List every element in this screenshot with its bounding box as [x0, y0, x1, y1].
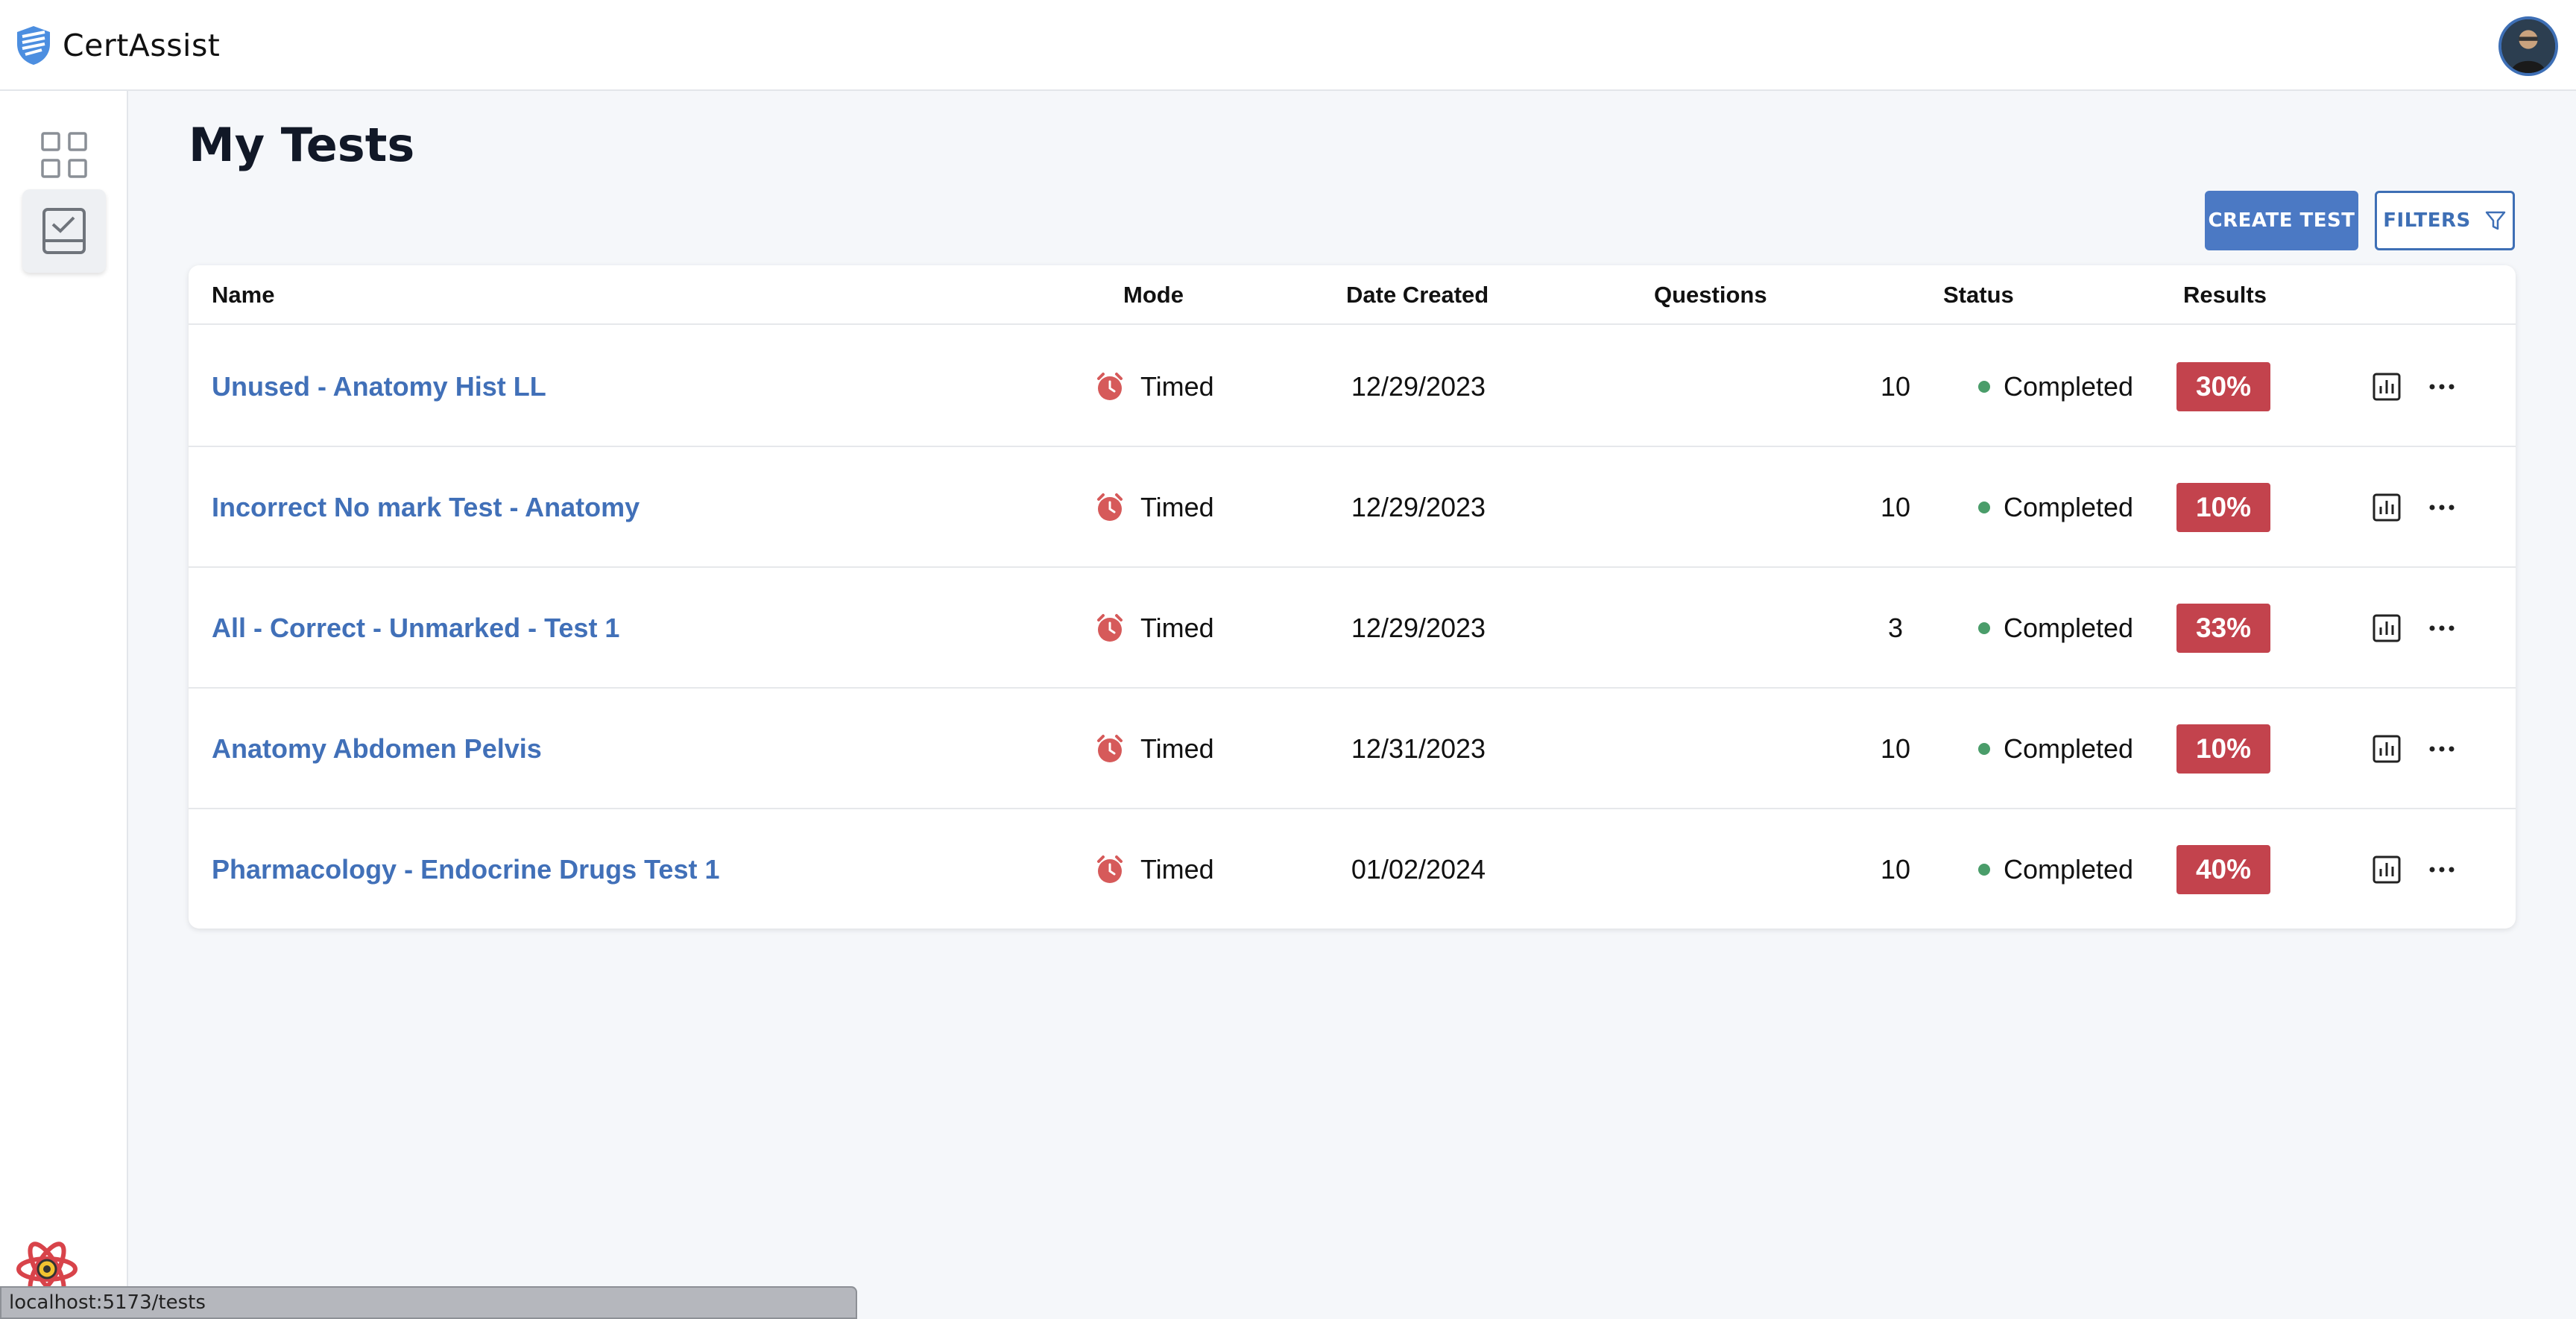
- checklist-icon: [42, 208, 86, 254]
- bar-chart-icon[interactable]: [2371, 492, 2402, 523]
- header-mode[interactable]: Mode: [1123, 265, 1184, 325]
- test-name-link[interactable]: All - Correct - Unmarked - Test 1: [212, 613, 619, 644]
- status-dot: [1977, 381, 1990, 393]
- result-badge: 33%: [2176, 604, 2270, 653]
- date-cell: 12/31/2023: [1351, 733, 1486, 764]
- table-row: Anatomy Abdomen Pelvis Timed 12/31/2023 …: [189, 689, 2516, 809]
- avatar[interactable]: [2498, 16, 2558, 76]
- header-date-created[interactable]: Date Created: [1346, 265, 1489, 325]
- alarm-clock-icon: [1097, 373, 1123, 400]
- brand[interactable]: CertAssist: [15, 19, 220, 72]
- date-cell: 12/29/2023: [1351, 613, 1486, 643]
- tests-table: Name Mode Date Created Questions Status …: [189, 265, 2516, 929]
- sidebar: [0, 91, 128, 1319]
- ellipsis-icon[interactable]: [2426, 371, 2457, 402]
- funnel-icon: [2485, 211, 2505, 230]
- result-badge: 10%: [2176, 724, 2270, 774]
- table-row: Incorrect No mark Test - Anatomy Timed 1…: [189, 447, 2516, 568]
- status-dot: [1977, 502, 1990, 513]
- test-name-link[interactable]: Incorrect No mark Test - Anatomy: [212, 492, 640, 523]
- shield-logo-icon: [17, 26, 50, 65]
- date-cell: 12/29/2023: [1351, 492, 1486, 522]
- test-name-link[interactable]: Unused - Anatomy Hist LL: [212, 371, 546, 402]
- header-questions[interactable]: Questions: [1654, 265, 1767, 325]
- status-dot: [1977, 743, 1990, 755]
- ellipsis-icon[interactable]: [2426, 854, 2457, 885]
- alarm-clock-icon: [1097, 855, 1123, 883]
- bar-chart-icon[interactable]: [2371, 613, 2402, 644]
- status-dot: [1977, 622, 1990, 634]
- mode-label: Timed: [1140, 371, 1214, 402]
- create-test-button[interactable]: CREATE TEST: [2205, 191, 2358, 250]
- table-row: All - Correct - Unmarked - Test 1 Timed …: [189, 568, 2516, 689]
- mode-label: Timed: [1140, 613, 1214, 643]
- date-cell: 12/29/2023: [1351, 371, 1486, 402]
- alarm-clock-icon: [1097, 493, 1123, 521]
- mode-cell: Timed: [1094, 568, 1214, 689]
- brand-name: CertAssist: [63, 28, 221, 63]
- header-name[interactable]: Name: [212, 265, 274, 325]
- bar-chart-icon[interactable]: [2371, 733, 2402, 765]
- table-row: Unused - Anatomy Hist LL Timed 12/29/202…: [189, 326, 2516, 447]
- top-bar: CertAssist: [0, 0, 2576, 91]
- ellipsis-icon[interactable]: [2426, 613, 2457, 644]
- url-status-bar: localhost:5173/tests: [0, 1286, 857, 1319]
- test-name-link[interactable]: Anatomy Abdomen Pelvis: [212, 733, 542, 765]
- alarm-clock-icon: [1097, 614, 1123, 642]
- sidebar-item-dashboard[interactable]: [22, 113, 106, 197]
- mode-cell: Timed: [1094, 689, 1214, 809]
- result-badge: 10%: [2176, 483, 2270, 532]
- table-header: Name Mode Date Created Questions Status …: [189, 265, 2516, 325]
- status-dot: [1977, 864, 1990, 876]
- mode-cell: Timed: [1094, 326, 1214, 447]
- mode-cell: Timed: [1094, 809, 1214, 929]
- grid-icon: [41, 132, 87, 178]
- mode-cell: Timed: [1094, 447, 1214, 568]
- table-row: Pharmacology - Endocrine Drugs Test 1 Ti…: [189, 809, 2516, 929]
- bar-chart-icon[interactable]: [2371, 371, 2402, 402]
- test-name-link[interactable]: Pharmacology - Endocrine Drugs Test 1: [212, 854, 720, 885]
- avatar-image: [2501, 19, 2555, 73]
- mode-label: Timed: [1140, 733, 1214, 764]
- ellipsis-icon[interactable]: [2426, 733, 2457, 765]
- result-badge: 40%: [2176, 845, 2270, 894]
- sidebar-item-tests[interactable]: [22, 189, 106, 273]
- bar-chart-icon[interactable]: [2371, 854, 2402, 885]
- date-cell: 01/02/2024: [1351, 854, 1486, 885]
- alarm-clock-icon: [1097, 735, 1123, 762]
- ellipsis-icon[interactable]: [2426, 492, 2457, 523]
- mode-label: Timed: [1140, 854, 1214, 885]
- filters-label: FILTERS: [2383, 209, 2471, 232]
- result-badge: 30%: [2176, 362, 2270, 411]
- mode-label: Timed: [1140, 492, 1214, 522]
- header-status[interactable]: Status: [1943, 265, 2014, 325]
- header-results[interactable]: Results: [2183, 265, 2267, 325]
- page-title: My Tests: [189, 118, 415, 172]
- filters-button[interactable]: FILTERS: [2375, 191, 2515, 250]
